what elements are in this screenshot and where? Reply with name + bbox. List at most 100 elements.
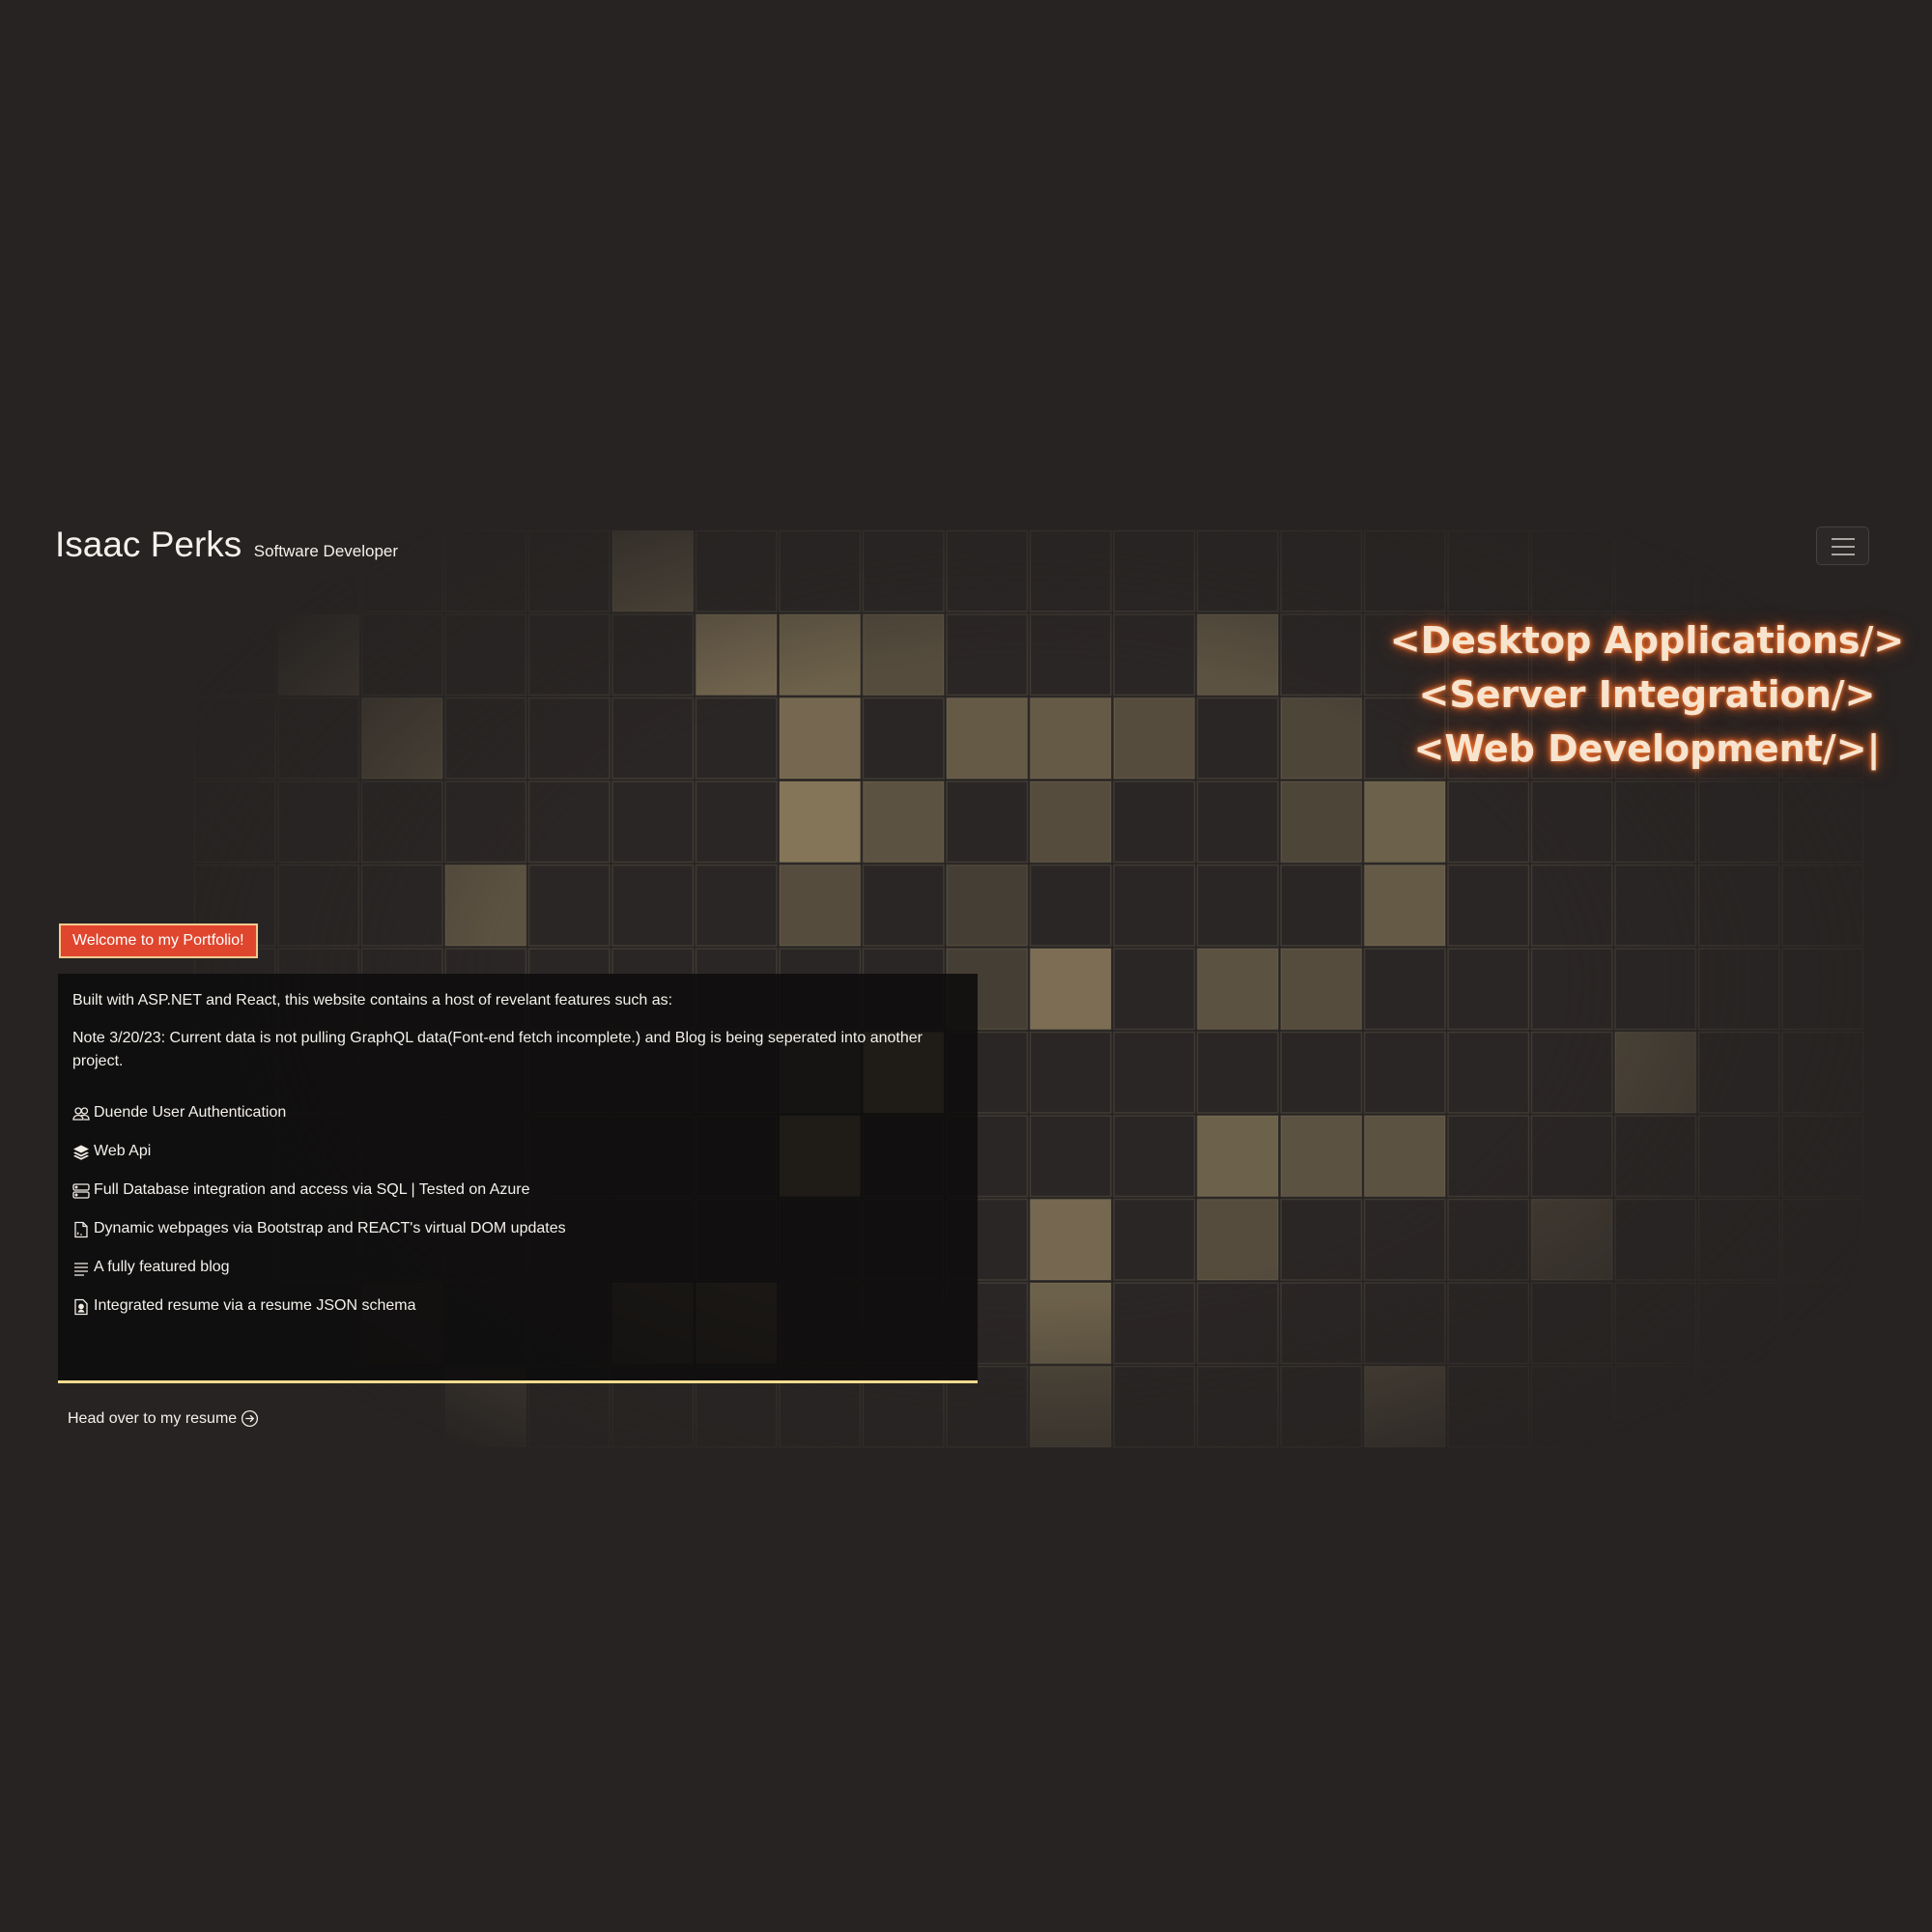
- tagline-line-web: <Web Development/>|: [1413, 727, 1881, 770]
- arrow-right-circle-icon[interactable]: [241, 1409, 259, 1428]
- site-owner-name[interactable]: Isaac Perks: [55, 525, 242, 564]
- grid-tile: [1614, 864, 1697, 947]
- grid-tile: [1447, 864, 1530, 947]
- grid-tile: [193, 696, 276, 780]
- grid-tile: [1530, 781, 1613, 864]
- feature-label: Dynamic webpages via Bootstrap and REACT…: [94, 1220, 566, 1236]
- users-icon: [72, 1107, 90, 1121]
- grid-tile: [1113, 1031, 1196, 1114]
- grid-tile: [1447, 781, 1530, 864]
- grid-tile: [360, 613, 443, 696]
- grid-tile: [1196, 948, 1279, 1031]
- grid-tile: [1280, 1031, 1363, 1114]
- grid-tile: [1280, 696, 1363, 780]
- grid-tile: [1697, 781, 1780, 864]
- grid-tile: [1447, 948, 1530, 1031]
- grid-tile: [277, 613, 360, 696]
- grid-tile: [1363, 1365, 1446, 1448]
- grid-tile: [1029, 529, 1112, 612]
- navbar-toggle-button[interactable]: [1816, 526, 1869, 565]
- feature-label: Integrated resume via a resume JSON sche…: [94, 1297, 416, 1314]
- grid-tile: [1363, 529, 1446, 612]
- grid-tile: [1697, 1198, 1780, 1281]
- grid-tile: [1196, 613, 1279, 696]
- grid-tile: [360, 864, 443, 947]
- grid-tile: [1196, 864, 1279, 947]
- grid-tile: [1447, 1365, 1530, 1448]
- intro-panel: Built with ASP.NET and React, this websi…: [58, 974, 978, 1383]
- feature-label: Full Database integration and access via…: [94, 1181, 530, 1198]
- grid-tile: [277, 864, 360, 947]
- grid-tile: [1029, 696, 1112, 780]
- navbar-brand[interactable]: Isaac Perks Software Developer: [55, 525, 398, 565]
- grid-tile: [1113, 948, 1196, 1031]
- grid-tile: [1029, 613, 1112, 696]
- grid-tile: [1530, 864, 1613, 947]
- intro-description: Built with ASP.NET and React, this websi…: [72, 992, 673, 1009]
- grid-tile: [1447, 1198, 1530, 1281]
- grid-tile: [695, 781, 778, 864]
- grid-tile: [946, 781, 1029, 864]
- grid-tile: [611, 781, 695, 864]
- hamburger-menu-icon: [1832, 538, 1855, 540]
- grid-tile: [1530, 1198, 1613, 1281]
- grid-tile: [1029, 1031, 1112, 1114]
- grid-tile: [779, 781, 862, 864]
- feature-item: Duende User Authentication: [72, 1104, 963, 1143]
- grid-tile: [1029, 1365, 1112, 1448]
- grid-tile: [946, 696, 1029, 780]
- grid-tile: [1029, 1282, 1112, 1365]
- grid-tile: [1697, 1115, 1780, 1198]
- grid-tile: [444, 613, 527, 696]
- grid-tile: [1113, 613, 1196, 696]
- grid-tile: [1781, 1031, 1864, 1114]
- grid-tile: [360, 781, 443, 864]
- grid-tile: [1280, 1282, 1363, 1365]
- grid-tile: [1614, 1365, 1697, 1448]
- grid-tile: [1196, 781, 1279, 864]
- grid-tile: [1029, 948, 1112, 1031]
- feature-label: A fully featured blog: [94, 1259, 230, 1275]
- grid-tile: [1280, 864, 1363, 947]
- grid-tile: [1113, 1365, 1196, 1448]
- file-code-icon: [74, 1221, 88, 1238]
- grid-tile: [1196, 1115, 1279, 1198]
- grid-tile: [862, 696, 945, 780]
- grid-tile: [1614, 529, 1697, 612]
- grid-tile: [862, 781, 945, 864]
- grid-tile: [1781, 781, 1864, 864]
- grid-tile: [946, 864, 1029, 947]
- grid-tile: [695, 529, 778, 612]
- grid-tile: [1196, 1198, 1279, 1281]
- grid-tile: [1196, 1031, 1279, 1114]
- tagline-line-server: <Server Integration/>: [1418, 673, 1876, 716]
- grid-tile: [1280, 948, 1363, 1031]
- grid-tile: [527, 781, 611, 864]
- grid-tile: [277, 781, 360, 864]
- grid-tile: [862, 529, 945, 612]
- feature-label: Web Api: [94, 1143, 152, 1159]
- resume-link[interactable]: Head over to my resume: [68, 1409, 259, 1428]
- grid-tile: [1113, 696, 1196, 780]
- grid-tile: [193, 781, 276, 864]
- site-owner-title: Software Developer: [253, 542, 399, 560]
- grid-tile: [1363, 1115, 1446, 1198]
- resume-link-label[interactable]: Head over to my resume: [68, 1410, 237, 1428]
- tagline-line-desktop: <Desktop Applications/>: [1389, 619, 1905, 662]
- grid-tile: [527, 864, 611, 947]
- grid-tile: [1113, 1282, 1196, 1365]
- grid-tile: [946, 529, 1029, 612]
- grid-tile: [779, 696, 862, 780]
- hamburger-menu-icon-line: [1832, 546, 1855, 548]
- grid-tile: [444, 696, 527, 780]
- grid-tile: [1697, 529, 1780, 612]
- grid-tile: [695, 864, 778, 947]
- grid-tile: [1113, 529, 1196, 612]
- grid-tile: [1530, 1115, 1613, 1198]
- feature-item: Integrated resume via a resume JSON sche…: [72, 1297, 963, 1336]
- grid-tile: [1280, 781, 1363, 864]
- feature-item: A fully featured blog: [72, 1259, 963, 1297]
- grid-tile: [862, 864, 945, 947]
- grid-tile: [1614, 1115, 1697, 1198]
- feature-list: Duende User Authentication Web Api Full …: [72, 1104, 963, 1336]
